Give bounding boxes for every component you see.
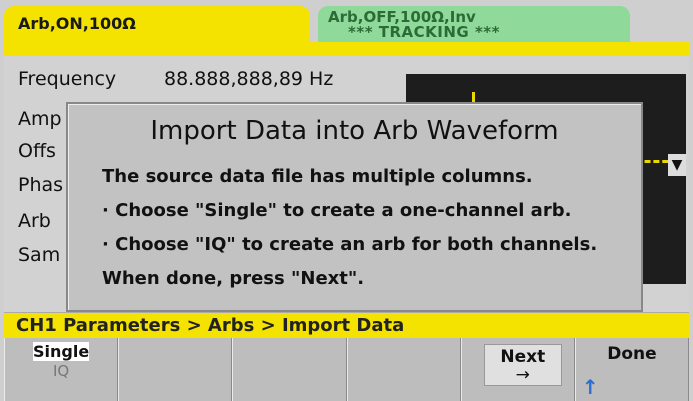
dialog-title: Import Data into Arb Waveform (150, 116, 559, 146)
up-arrow-icon: ↑ (581, 375, 599, 399)
phase-label[interactable]: Phas (18, 174, 63, 196)
next-softkey[interactable]: Next → (460, 338, 575, 401)
breadcrumb-text: CH1 Parameters > Arbs > Import Data (16, 315, 405, 336)
single-iq-softkey[interactable]: Single IQ (4, 338, 119, 401)
arb-label[interactable]: Arb (18, 210, 51, 232)
softkey-3-empty[interactable] (232, 338, 347, 401)
dialog-line-2: · Choose "Single" to create a one-channe… (102, 200, 572, 221)
done-softkey[interactable]: Done ↑ (574, 338, 690, 401)
tracking-label: *** TRACKING *** (348, 23, 500, 41)
tab-channel-1-label: Arb,ON,100Ω (18, 14, 136, 33)
amplitude-label[interactable]: Amp (18, 108, 62, 130)
dialog-line-4: When done, press "Next". (102, 268, 365, 289)
softkey-4-empty[interactable] (346, 338, 461, 401)
tab-channel-2[interactable]: Arb,OFF,100Ω,Inv *** TRACKING *** (318, 6, 630, 42)
done-label: Done (607, 344, 657, 364)
breadcrumb: CH1 Parameters > Arbs > Import Data (4, 312, 689, 339)
frequency-value[interactable]: 88.888,888,89 Hz (164, 68, 333, 90)
softkey-2-empty[interactable] (118, 338, 233, 401)
offset-label[interactable]: Offs (18, 140, 56, 162)
softkey-bar: Single IQ Next → Done ↑ (4, 338, 690, 401)
dialog-line-1: The source data file has multiple column… (102, 166, 533, 187)
next-button[interactable]: Next → (483, 344, 562, 386)
iq-option-label: IQ (52, 362, 70, 380)
import-data-dialog: Import Data into Arb Waveform The source… (66, 102, 643, 312)
channel-header-bar (4, 42, 689, 56)
dialog-line-3: · Choose "IQ" to create an arb for both … (102, 234, 598, 255)
instrument-screen: Arb,ON,100Ω Arb,OFF,100Ω,Inv *** TRACKIN… (0, 0, 693, 401)
next-label: Next (500, 347, 546, 367)
right-arrow-icon: → (515, 365, 530, 385)
tab-channel-1[interactable]: Arb,ON,100Ω (4, 6, 310, 42)
frequency-label[interactable]: Frequency (18, 68, 116, 90)
single-option-label: Single (33, 342, 90, 361)
sample-rate-label[interactable]: Sam (18, 244, 60, 266)
trigger-arrow-icon: ▼ (668, 154, 686, 176)
